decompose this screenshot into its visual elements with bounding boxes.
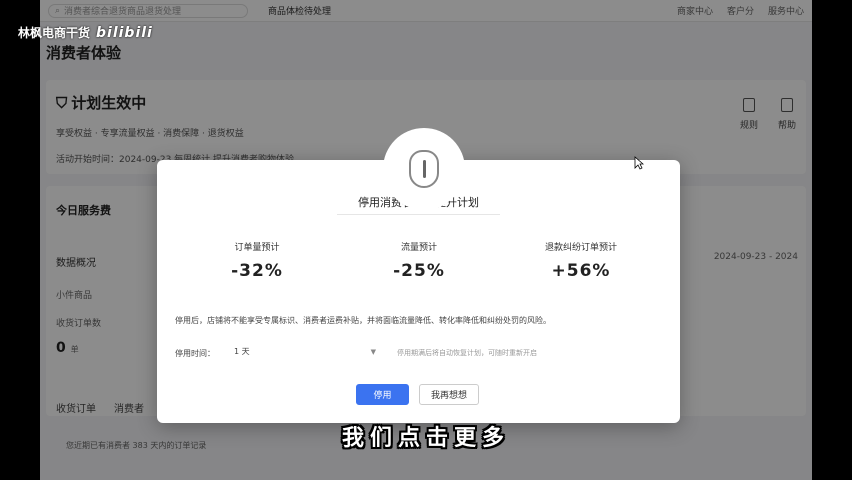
- chevron-down-icon: ▼: [370, 347, 376, 356]
- shield-icon: [409, 150, 439, 188]
- metric-orders: 订单量预计 -32%: [182, 240, 332, 281]
- metric-label: 流量预计: [400, 243, 437, 253]
- stop-button[interactable]: 停用: [356, 384, 409, 405]
- mouse-cursor-icon: [634, 156, 644, 170]
- video-watermark: 林枫电商干货 bilibili: [18, 24, 153, 41]
- letterbox-left: [0, 0, 40, 480]
- metric-value: -32%: [231, 261, 283, 281]
- metric-label: 订单量预计: [234, 243, 280, 253]
- watermark-text: 林枫电商干货: [18, 26, 91, 40]
- title-divider: [337, 214, 500, 215]
- bilibili-logo: bilibili: [96, 24, 153, 41]
- think-again-button[interactable]: 我再想想: [419, 384, 479, 405]
- metric-disputes: 退款纠纷订单预计 +56%: [506, 240, 656, 281]
- duration-label: 停用时间：: [175, 349, 215, 358]
- dialog-badge: [383, 128, 465, 210]
- metric-traffic: 流量预计 -25%: [344, 240, 494, 281]
- duration-note: 停用期满后将自动恢复计划，可随时重新开启: [397, 349, 537, 357]
- metric-value: +56%: [551, 261, 611, 281]
- letterbox-right: [812, 0, 852, 480]
- dialog-notice: 停用后，店铺将不能享受专属标识、消费者运费补贴，并将面临流量降低、转化率降低和纠…: [175, 316, 551, 325]
- video-subtitle: 我们点击更多: [341, 426, 510, 451]
- duration-select[interactable]: 1 天 ▼: [229, 343, 381, 360]
- metric-value: -25%: [393, 261, 445, 281]
- duration-value: 1 天: [234, 347, 250, 356]
- metric-label: 退款纠纷订单预计: [544, 243, 617, 253]
